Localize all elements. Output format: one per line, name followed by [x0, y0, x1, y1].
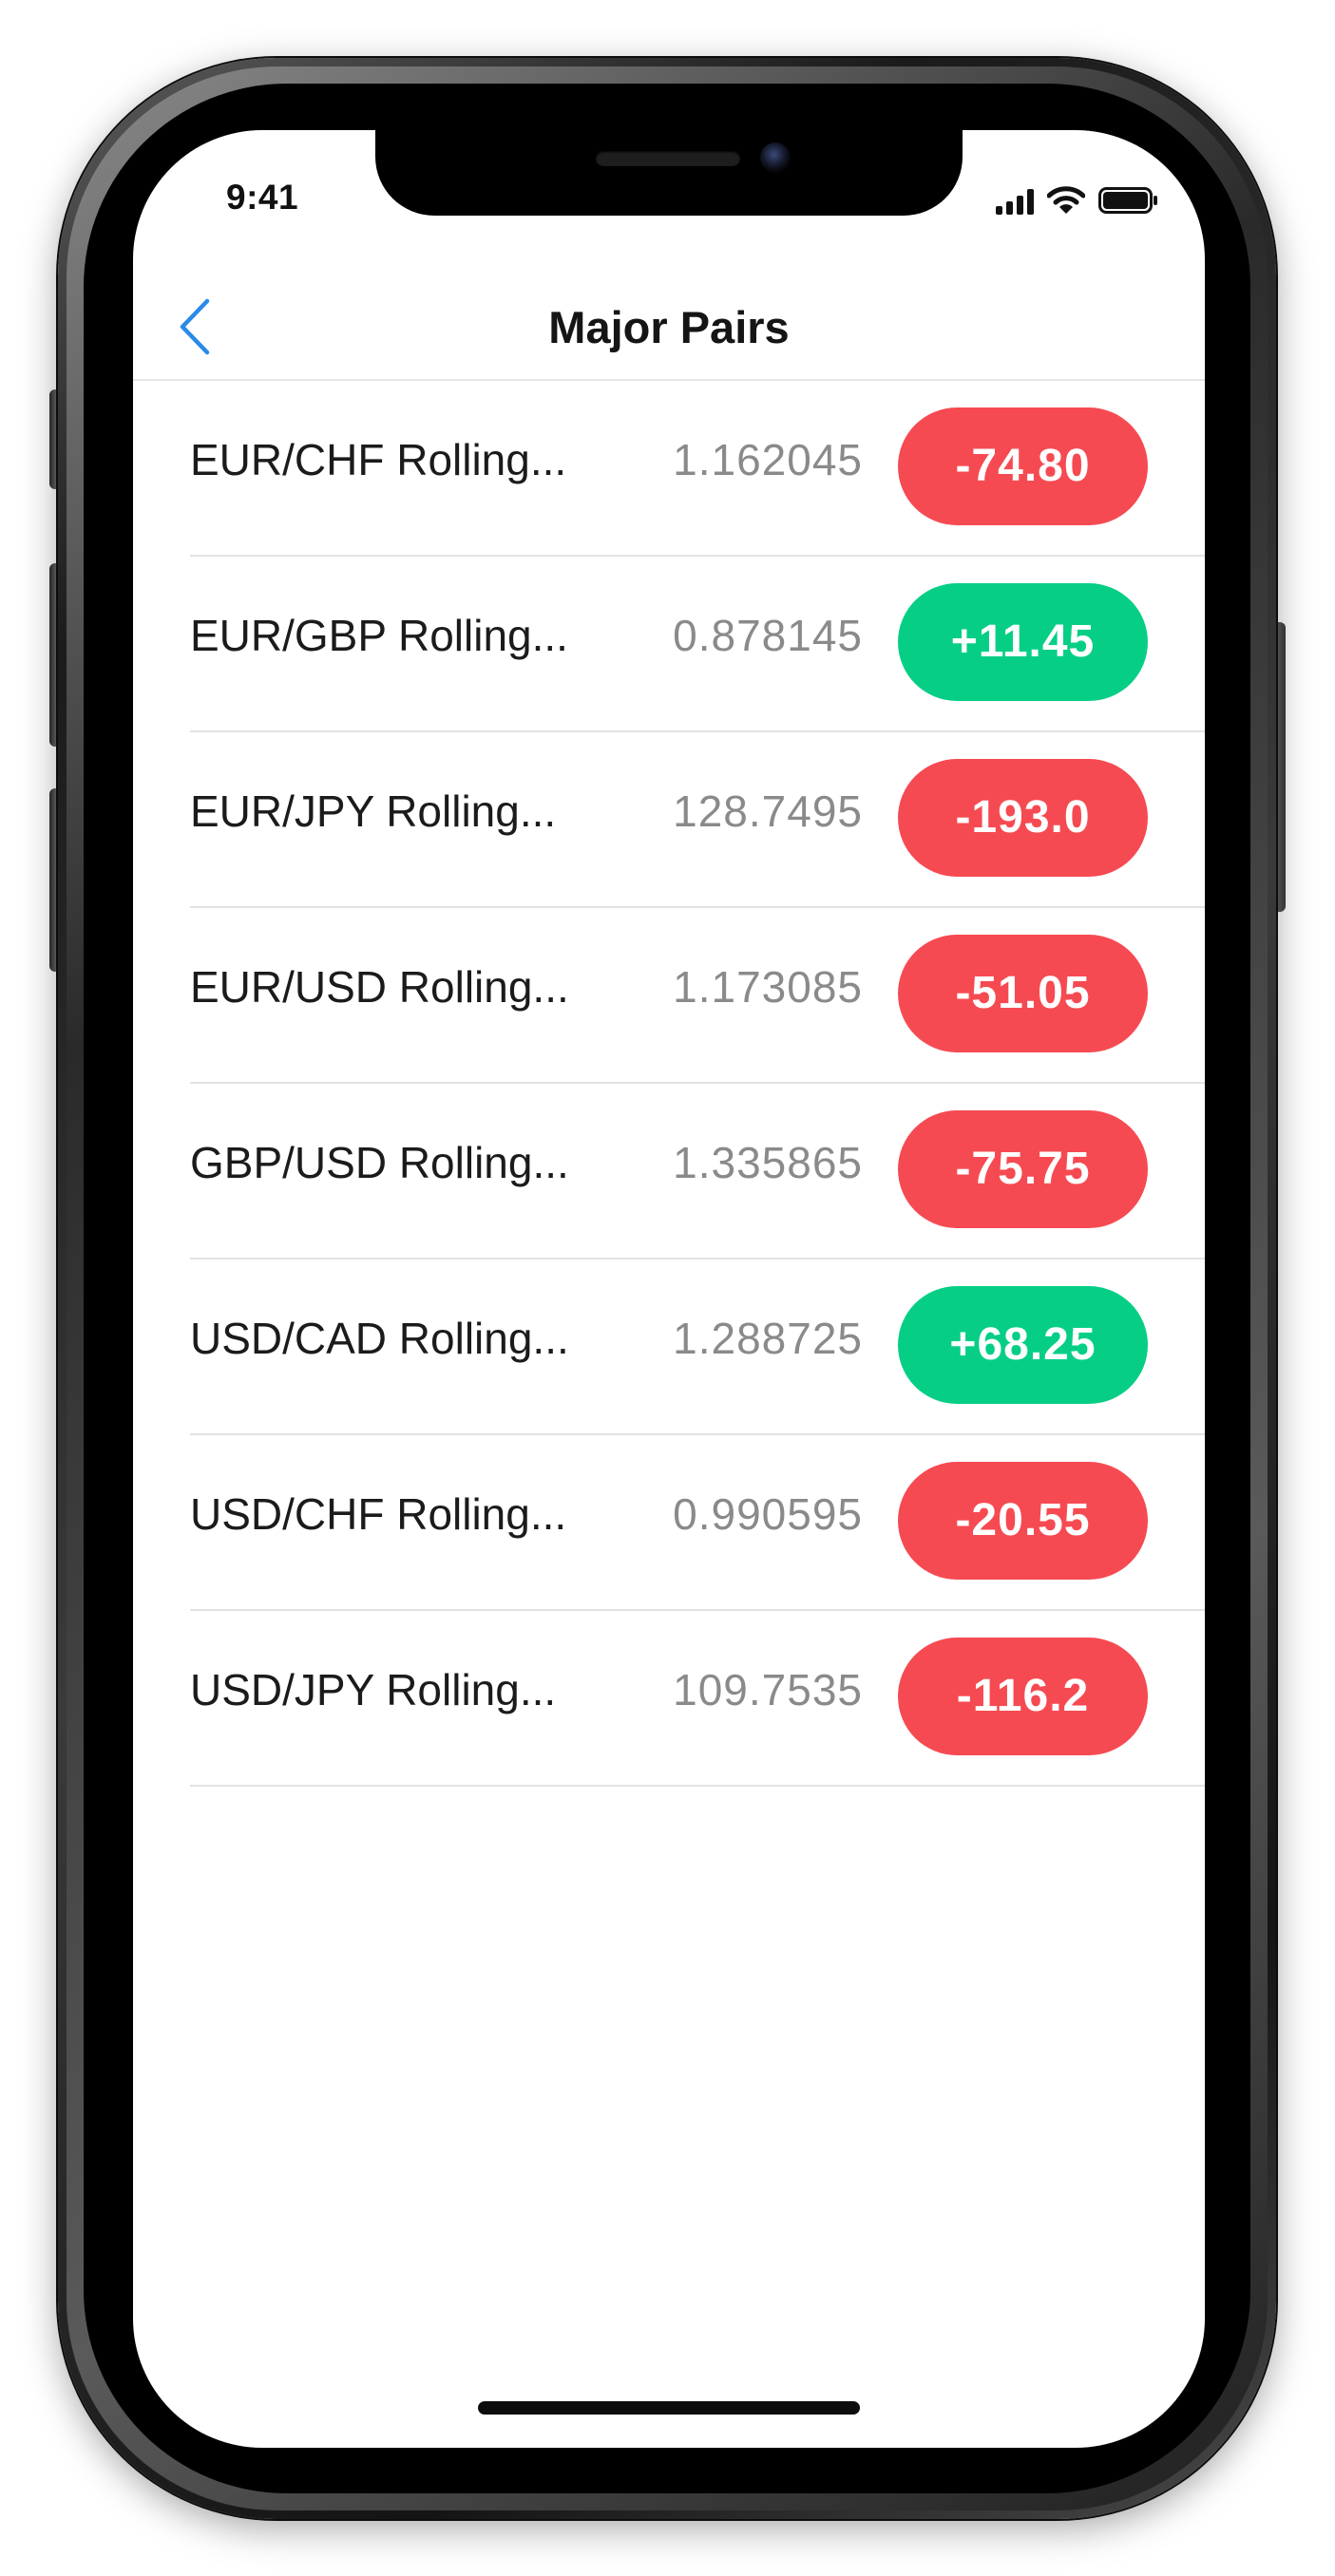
pair-row[interactable]: USD/CAD Rolling... 1.288725 +68.25	[190, 1260, 1205, 1435]
status-icons	[996, 182, 1159, 215]
pair-price: 1.335865	[673, 1138, 863, 1187]
status-time: 9:41	[226, 178, 299, 217]
wifi-icon	[1047, 186, 1085, 214]
pair-row[interactable]: EUR/USD Rolling... 1.173085 -51.05	[190, 908, 1205, 1084]
change-badge[interactable]: -193.0	[898, 759, 1148, 877]
pair-row[interactable]: USD/JPY Rolling... 109.7535 -116.2	[190, 1611, 1205, 1787]
pair-price: 1.288725	[673, 1314, 863, 1363]
page-title: Major Pairs	[548, 302, 790, 352]
change-badge[interactable]: -75.75	[898, 1110, 1148, 1228]
change-badge[interactable]: +68.25	[898, 1286, 1148, 1404]
screen: 9:41 Major Pairs EUR/CHF Rolling... 1.162…	[133, 130, 1205, 2448]
camera-icon	[760, 142, 791, 173]
change-badge[interactable]: -74.80	[898, 407, 1148, 525]
change-badge[interactable]: -51.05	[898, 935, 1148, 1052]
pair-row[interactable]: USD/CHF Rolling... 0.990595 -20.55	[190, 1435, 1205, 1611]
change-badge[interactable]: -116.2	[898, 1638, 1148, 1755]
speaker-grille	[596, 151, 740, 166]
nav-bar: Major Pairs	[133, 273, 1205, 381]
battery-icon	[1098, 187, 1157, 214]
home-indicator[interactable]	[478, 2401, 860, 2415]
pair-price: 109.7535	[673, 1665, 863, 1714]
pair-row[interactable]: GBP/USD Rolling... 1.335865 -75.75	[190, 1084, 1205, 1260]
signal-icon	[996, 188, 1034, 215]
pair-price: 0.990595	[673, 1489, 863, 1539]
change-badge[interactable]: -20.55	[898, 1462, 1148, 1580]
pair-list: EUR/CHF Rolling... 1.162045 -74.80 EUR/GBP …	[133, 381, 1205, 1787]
notch	[375, 130, 963, 216]
pair-price: 1.162045	[673, 435, 863, 484]
pair-price: 128.7495	[673, 786, 863, 836]
pair-row[interactable]: EUR/JPY Rolling... 128.7495 -193.0	[190, 732, 1205, 908]
pair-price: 1.173085	[673, 962, 863, 1012]
pair-row[interactable]: EUR/GBP Rolling... 0.878145 +11.45	[190, 557, 1205, 732]
pair-price: 0.878145	[673, 611, 863, 660]
change-badge[interactable]: +11.45	[898, 583, 1148, 701]
pair-row[interactable]: EUR/CHF Rolling... 1.162045 -74.80	[190, 381, 1205, 557]
